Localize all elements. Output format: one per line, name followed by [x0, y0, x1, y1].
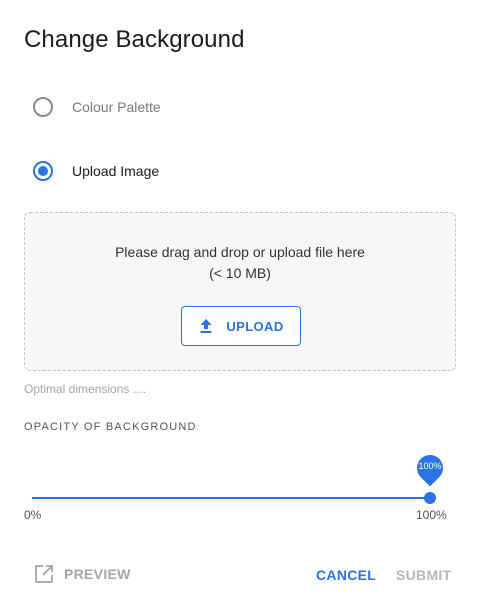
- upload-icon: [200, 319, 212, 333]
- slider-value-label: 100%: [418, 461, 442, 471]
- file-dropzone[interactable]: Please drag and drop or upload file here…: [24, 212, 456, 371]
- upload-button[interactable]: UPLOAD: [181, 306, 301, 346]
- dialog-title: Change Background: [24, 26, 245, 53]
- slider-max-label: 100%: [416, 508, 447, 522]
- slider-min-label: 0%: [24, 508, 42, 522]
- opacity-slider[interactable]: 100%: [32, 449, 449, 508]
- cancel-button[interactable]: CANCEL: [316, 567, 376, 585]
- open-in-new-icon: [35, 565, 53, 583]
- option-colour-palette-label: Colour Palette: [72, 99, 161, 115]
- radio-upload-image[interactable]: [33, 161, 53, 181]
- change-background-dialog: Change Background Colour Palette Upload …: [0, 0, 480, 609]
- option-upload-image-label: Upload Image: [72, 163, 160, 179]
- dialog-actions: PREVIEW CANCEL SUBMIT: [0, 558, 480, 590]
- option-colour-palette[interactable]: Colour Palette: [33, 97, 161, 117]
- option-upload-image[interactable]: Upload Image: [33, 161, 159, 181]
- preview-button-label: PREVIEW: [64, 566, 131, 582]
- submit-button-label: SUBMIT: [396, 567, 452, 583]
- upload-button-label: UPLOAD: [226, 318, 284, 334]
- slider-thumb[interactable]: [424, 492, 436, 504]
- slider-track[interactable]: [32, 497, 430, 499]
- preview-button[interactable]: PREVIEW: [34, 564, 131, 584]
- dropzone-instructions: Please drag and drop or upload file here…: [25, 242, 455, 284]
- radio-colour-palette[interactable]: [33, 97, 53, 117]
- opacity-label: OPACITY OF BACKGROUND: [24, 421, 197, 433]
- submit-button[interactable]: SUBMIT: [396, 567, 451, 585]
- cancel-button-label: CANCEL: [316, 567, 377, 583]
- dropzone-size-limit: (< 10 MB): [209, 265, 271, 281]
- dropzone-text-line1: Please drag and drop or upload file here: [115, 244, 365, 260]
- dimensions-hint: Optimal dimensions ....: [24, 382, 147, 396]
